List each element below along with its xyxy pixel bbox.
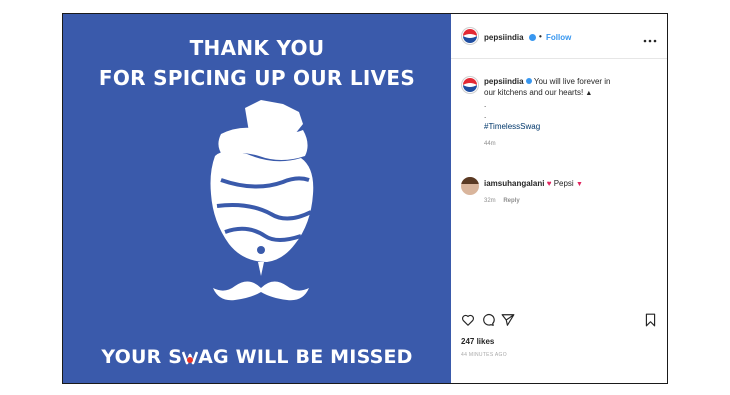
likes-count[interactable]: 247 likes: [461, 337, 494, 346]
instagram-post: THANK YOU FOR SPICING UP OUR LIVES YOUR …: [62, 13, 668, 384]
cup-emoji-icon: ▼: [575, 181, 583, 188]
caption: pepsiindia You will live forever in our …: [484, 76, 659, 132]
comment-text: Pepsi: [553, 179, 574, 188]
more-horizontal-icon[interactable]: [643, 31, 657, 43]
caption-avatar[interactable]: [461, 76, 479, 94]
post-image[interactable]: THANK YOU FOR SPICING UP OUR LIVES YOUR …: [63, 14, 451, 383]
header-username[interactable]: pepsiindia: [484, 33, 524, 42]
post-date: 44 MINUTES AGO: [461, 352, 507, 358]
comment-username[interactable]: iamsuhangalani: [484, 179, 544, 188]
turban-illustration: [210, 100, 314, 301]
action-bar: [451, 311, 667, 331]
comment-avatar[interactable]: [461, 177, 479, 195]
caption-hashtag[interactable]: #TimelessSwag: [484, 122, 540, 131]
heart-icon[interactable]: [461, 313, 475, 332]
post-header: pepsiindia • Follow: [451, 14, 667, 59]
tagline-part1: YOUR S: [101, 346, 183, 368]
onion-emoji-icon: ▲: [585, 90, 593, 97]
bookmark-icon[interactable]: [644, 313, 657, 332]
pepsi-logo-icon: [463, 78, 477, 92]
share-icon[interactable]: [501, 313, 515, 332]
verified-icon: [525, 78, 532, 84]
headline-line2: FOR SPICING UP OUR LIVES: [98, 66, 416, 90]
caption-username[interactable]: pepsiindia: [484, 77, 524, 86]
header-separator: •: [539, 32, 542, 41]
caption-dot1: .: [484, 100, 487, 109]
pepsi-logo-icon: [463, 29, 477, 43]
avatar-hair: [461, 177, 479, 184]
caption-time: 44m: [484, 141, 496, 147]
red-heart-icon: ♥: [546, 179, 552, 188]
follow-button[interactable]: Follow: [546, 33, 571, 42]
caption-text-line2: our kitchens and our hearts!: [484, 88, 584, 97]
verified-icon: [529, 34, 536, 41]
comment: iamsuhangalani ♥ Pepsi ▼: [484, 178, 583, 190]
caption-dot2: .: [484, 111, 487, 120]
post-side-panel: pepsiindia • Follow pepsiindia You will …: [451, 14, 667, 383]
comment-icon[interactable]: [481, 313, 495, 332]
tagline: YOUR S AG WILL BE MISSED: [63, 346, 451, 368]
pepsi-swirl-letter-w: [181, 348, 199, 365]
comment-time: 32m: [484, 198, 496, 204]
headline-line1: THANK YOU: [189, 36, 325, 60]
caption-text-line1: You will live forever in: [533, 77, 611, 86]
avatar[interactable]: [461, 27, 479, 45]
comment-reply-button[interactable]: Reply: [503, 198, 519, 204]
comment-meta: 32m Reply: [484, 198, 520, 204]
tagline-part2: AG WILL BE MISSED: [198, 346, 413, 368]
